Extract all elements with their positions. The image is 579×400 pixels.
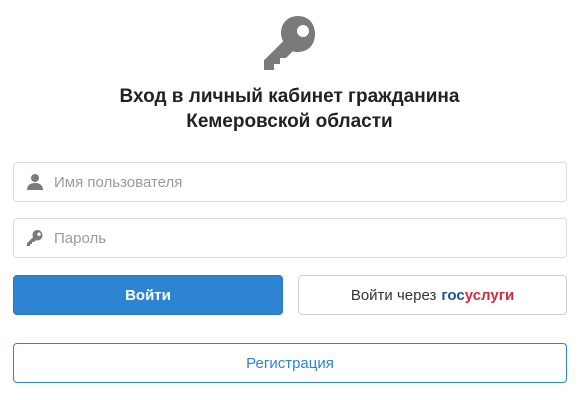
page-title-line1: Вход в личный кабинет гражданина xyxy=(119,86,460,107)
login-button[interactable]: Войти xyxy=(13,275,283,315)
page-title: Вход в личный кабинет гражданина Кемеров… xyxy=(0,84,579,134)
gosuslugi-button-prefix: Войти через xyxy=(350,286,437,304)
gosuslugi-logo-part1: гос xyxy=(441,286,465,304)
username-input[interactable] xyxy=(54,163,566,201)
gosuslugi-logo-part2: услуги xyxy=(464,286,515,304)
password-input[interactable] xyxy=(54,219,566,257)
page-title-line2: Кемеровской области xyxy=(186,111,393,132)
username-field[interactable] xyxy=(13,162,567,202)
key-small-icon xyxy=(27,230,43,246)
gosuslugi-login-button[interactable]: Войти через госуслуги xyxy=(298,275,567,315)
gosuslugi-logo-text: госуслуги xyxy=(441,287,514,304)
register-button[interactable]: Регистрация xyxy=(13,343,567,383)
login-button-label: Войти xyxy=(125,286,171,304)
login-page: Вход в личный кабинет гражданина Кемеров… xyxy=(0,0,579,400)
register-button-label: Регистрация xyxy=(246,354,334,372)
password-field[interactable] xyxy=(13,218,567,258)
user-icon xyxy=(27,174,43,190)
key-icon xyxy=(264,16,315,70)
